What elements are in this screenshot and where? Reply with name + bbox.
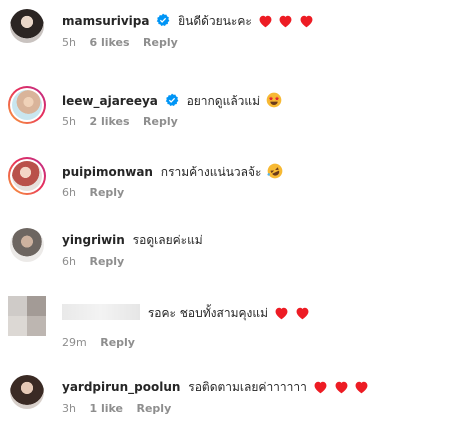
redacted-avatar[interactable]: [8, 296, 46, 336]
reply-button[interactable]: Reply: [100, 336, 135, 349]
red-heart-icon: [355, 381, 368, 394]
redacted-username: [62, 304, 140, 320]
comment-text: รอดูเลยค่ะแม่: [132, 233, 203, 247]
comment-likes[interactable]: 6 likes: [89, 36, 129, 49]
comment-item: leew_ajareeya อยากดูแล้วแม่ 5h 2 likes R…: [0, 79, 462, 139]
comment-time[interactable]: 5h: [62, 36, 76, 49]
avatar[interactable]: [10, 9, 44, 43]
reply-button[interactable]: Reply: [89, 186, 124, 199]
comment-line: leew_ajareeya อยากดูแล้วแม่: [62, 92, 282, 109]
comment-text: อยากดูแล้วแม่: [186, 94, 261, 108]
avatar[interactable]: [10, 375, 44, 409]
comment-line: mamsurivipa ยินดีด้วยนะคะ: [62, 13, 314, 29]
red-heart-icon: [314, 381, 327, 394]
comment-username[interactable]: mamsurivipa: [62, 14, 149, 28]
avatar-story-ring[interactable]: [8, 157, 46, 195]
verified-badge-icon: [157, 13, 170, 27]
comment-line: yingriwin รอดูเลยค่ะแม่: [62, 232, 203, 248]
comment-line: puipimonwan กรามค้างแน่นวลจ้ะ: [62, 163, 283, 180]
comment-item: puipimonwan กรามค้างแน่นวลจ้ะ 6h Reply: [0, 150, 462, 210]
comment-item: yardpirun_poolun รอติดตามเลยค่าาาาาา 3h …: [0, 366, 462, 426]
comment-list: mamsurivipa ยินดีด้วยนะคะ 5h 6 likes Rep…: [0, 0, 462, 426]
comment-item: yingriwin รอดูเลยค่ะแม่ 6h Reply: [0, 219, 462, 279]
comment-likes[interactable]: 1 like: [89, 402, 123, 415]
red-heart-icon: [300, 15, 313, 28]
comment-username[interactable]: yardpirun_poolun: [62, 380, 180, 394]
verified-badge-icon: [165, 93, 179, 107]
comment-time[interactable]: 6h: [62, 255, 76, 268]
red-heart-icon: [280, 15, 292, 28]
comment-meta: 6h Reply: [62, 255, 134, 269]
red-heart-icon: [296, 307, 309, 320]
rolling-laughing-emoji-icon: [267, 163, 283, 179]
comment-meta: 29m Reply: [62, 336, 145, 350]
comment-time[interactable]: 5h: [62, 115, 76, 128]
comment-meta: 5h 6 likes Reply: [62, 36, 188, 50]
comment-username[interactable]: yingriwin: [62, 233, 125, 247]
comment-username[interactable]: puipimonwan: [62, 165, 153, 179]
reply-button[interactable]: Reply: [143, 115, 178, 128]
comment-line: yardpirun_poolun รอติดตามเลยค่าาาาาา: [62, 379, 369, 395]
comment-username[interactable]: leew_ajareeya: [62, 94, 158, 108]
comment-likes[interactable]: 2 likes: [89, 115, 129, 128]
red-heart-icon: [335, 381, 347, 394]
red-heart-icon: [275, 307, 288, 320]
star-struck-emoji-icon: [266, 92, 282, 108]
comment-time[interactable]: 3h: [62, 402, 76, 415]
red-heart-icon: [259, 15, 272, 28]
comment-time[interactable]: 6h: [62, 186, 76, 199]
reply-button[interactable]: Reply: [89, 255, 124, 268]
comment-text: ยินดีด้วยนะคะ: [178, 14, 252, 28]
avatar-story-ring[interactable]: [8, 86, 46, 124]
comment-item: รอคะ ชอบทั้งสามคุงแม่ 29m Reply: [0, 296, 462, 356]
comment-item: mamsurivipa ยินดีด้วยนะคะ 5h 6 likes Rep…: [0, 0, 462, 60]
comment-text: กรามค้างแน่นวลจ้ะ: [160, 165, 262, 179]
reply-button[interactable]: Reply: [143, 36, 178, 49]
avatar[interactable]: [10, 228, 44, 262]
comment-line: รอคะ ชอบทั้งสามคุงแม่: [62, 304, 310, 321]
comment-meta: 3h 1 like Reply: [62, 402, 181, 416]
comment-meta: 6h Reply: [62, 186, 134, 200]
reply-button[interactable]: Reply: [137, 402, 172, 415]
comment-text: รอติดตามเลยค่าาาาาา: [188, 380, 307, 394]
comment-text: รอคะ ชอบทั้งสามคุงแม่: [147, 306, 269, 320]
comment-time[interactable]: 29m: [62, 336, 87, 349]
comment-meta: 5h 2 likes Reply: [62, 115, 188, 129]
